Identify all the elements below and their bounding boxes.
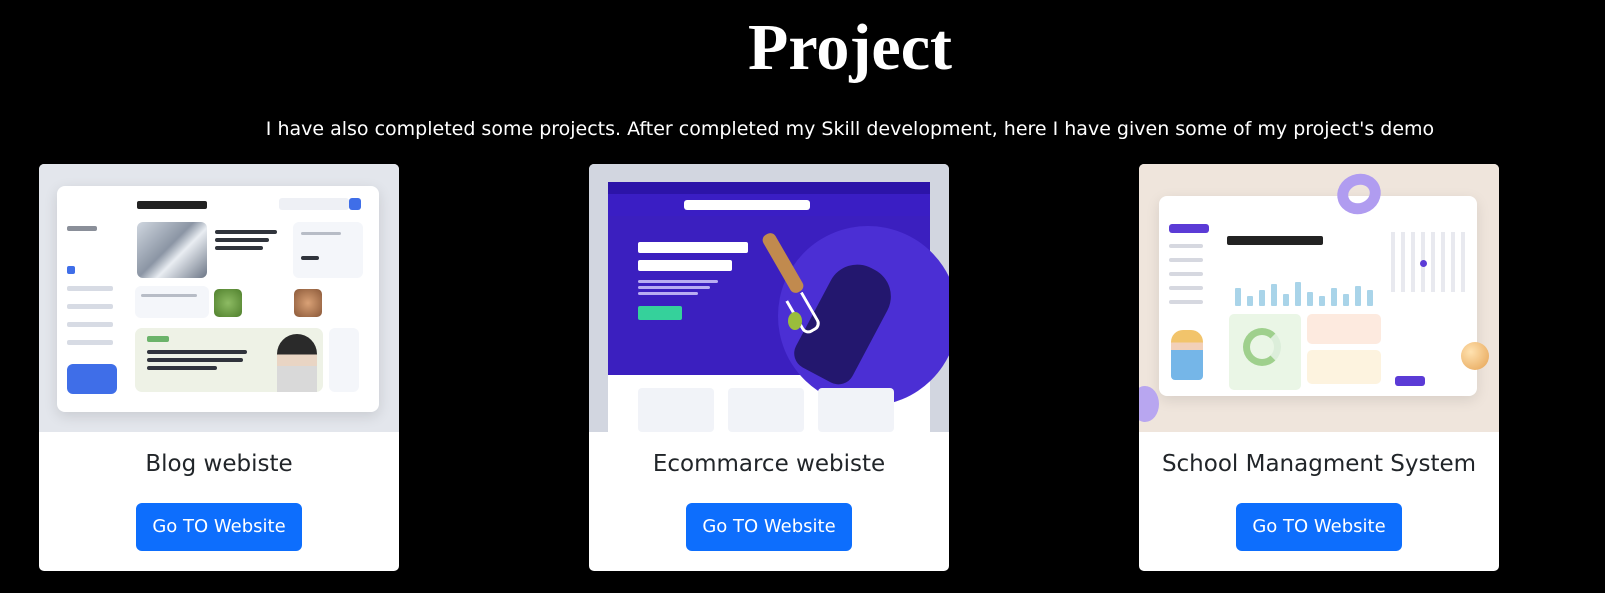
project-card-school: School Managment System Go TO Website [1139,164,1499,571]
go-to-website-button[interactable]: Go TO Website [1236,503,1402,551]
project-card-blog: Blog webiste Go TO Website [39,164,399,571]
section-subtitle: I have also completed some projects. Aft… [265,118,1435,140]
project-title: School Managment System [1161,451,1477,477]
go-to-website-button[interactable]: Go TO Website [686,503,852,551]
project-thumbnail-ecommerce [589,164,949,432]
project-thumbnail-school [1139,164,1499,432]
project-card-ecommerce: Ecommarce webiste Go TO Website [589,164,949,571]
project-title: Blog webiste [145,451,293,477]
go-to-website-button[interactable]: Go TO Website [136,503,302,551]
project-thumbnail-blog [39,164,399,432]
section-title: Project [748,11,952,84]
project-title: Ecommarce webiste [652,451,886,477]
